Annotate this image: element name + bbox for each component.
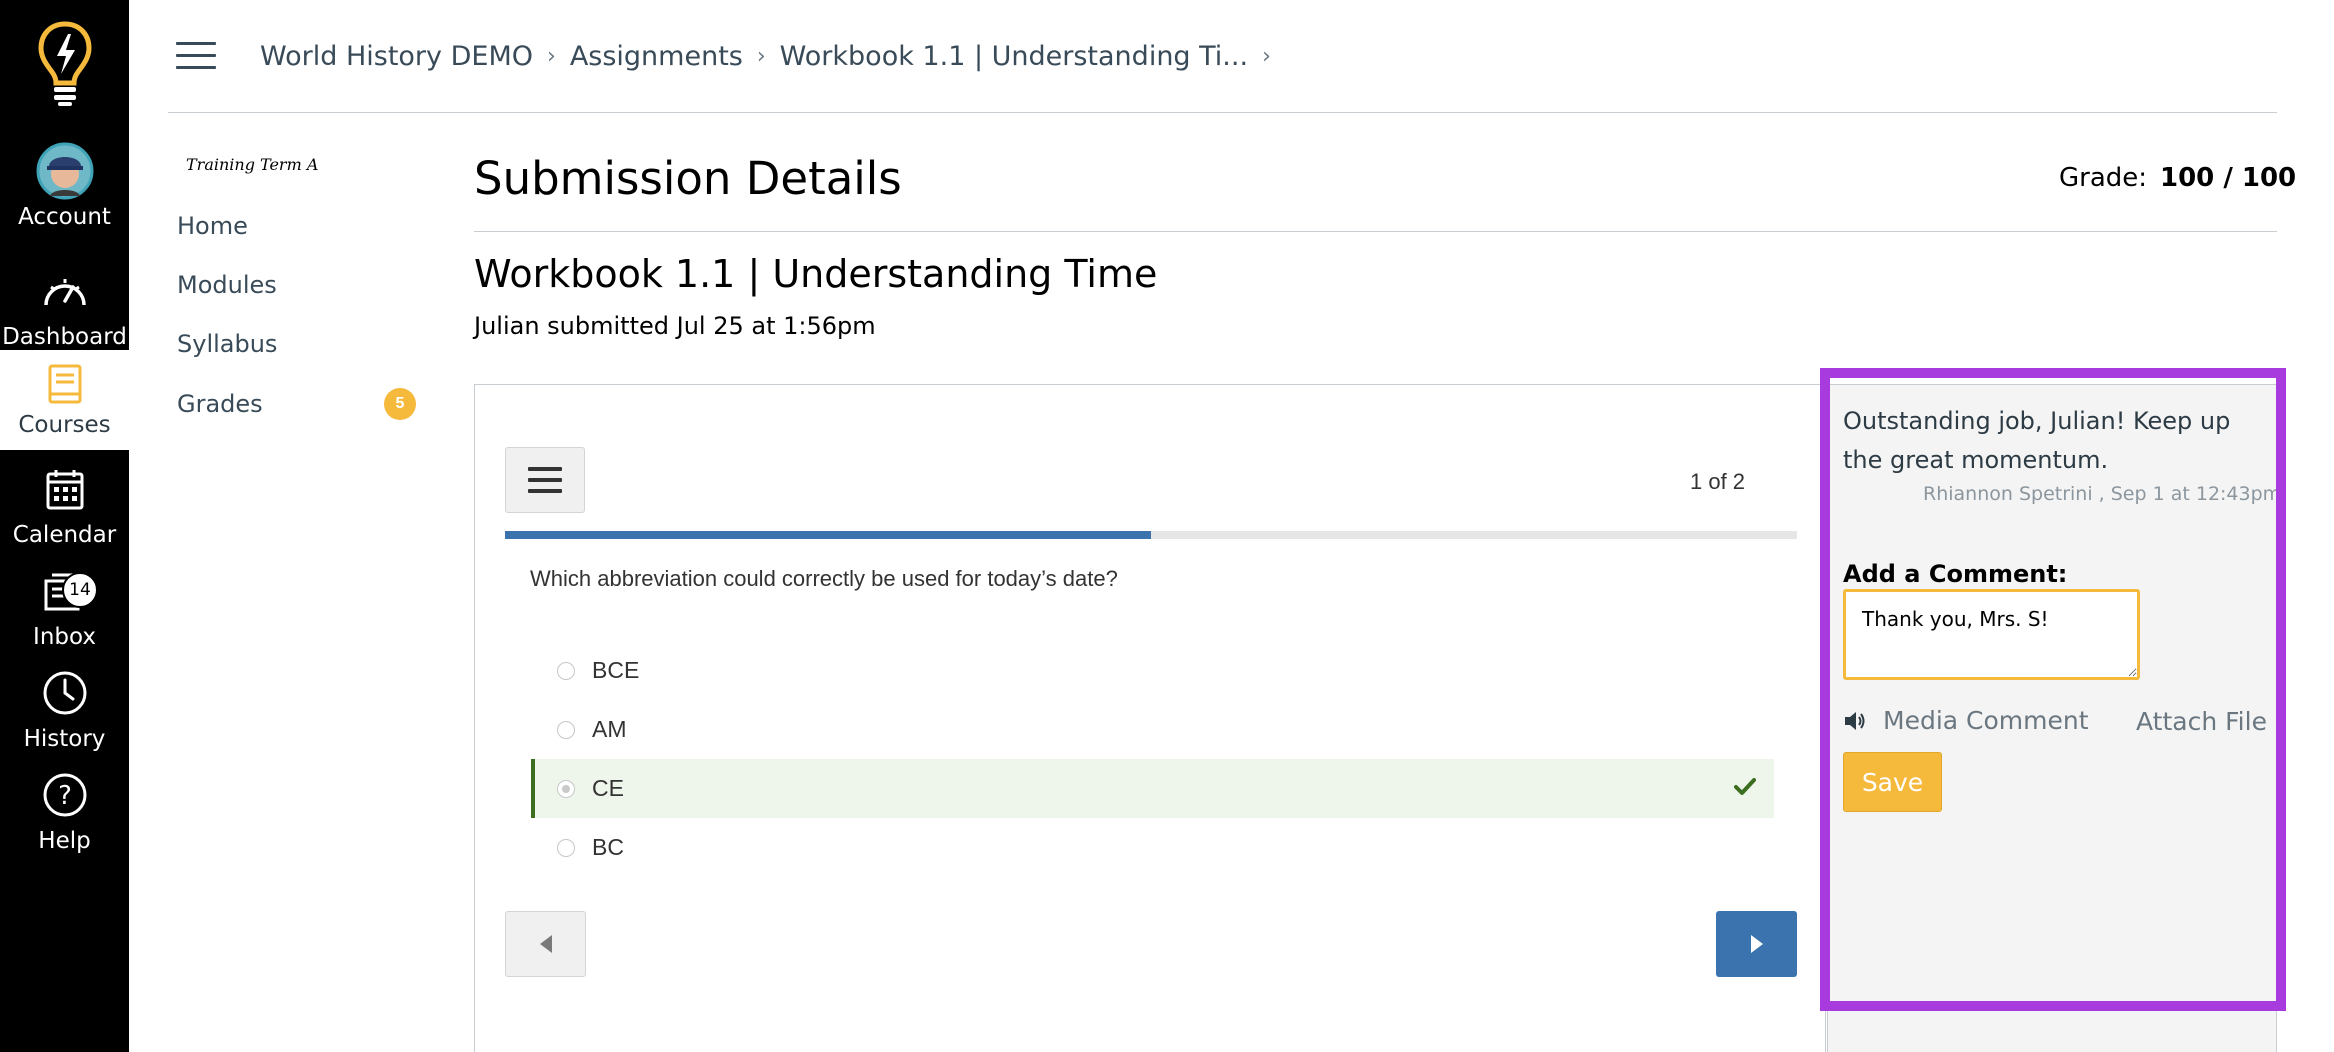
- global-nav-label: Courses: [18, 412, 111, 438]
- answer-label: BCE: [592, 657, 640, 683]
- term-label: Training Term A: [186, 155, 319, 174]
- caret-left-icon: [539, 935, 552, 953]
- comment-author-date: Rhiannon Spetrini , Sep 1 at 12:43pm: [1923, 483, 2282, 505]
- global-nav-label: Calendar: [12, 522, 117, 548]
- speaker-icon: [1845, 711, 1865, 730]
- existing-comment: Outstanding job, Julian! Keep up the gre…: [1843, 407, 2231, 474]
- courses-icon: [47, 360, 83, 408]
- breadcrumb-course[interactable]: World History DEMO: [260, 41, 533, 72]
- global-nav-label: Inbox: [33, 624, 96, 650]
- caret-right-icon: [1750, 935, 1763, 953]
- course-nav-modules[interactable]: Modules: [177, 271, 277, 299]
- grade-label: Grade:: [2059, 163, 2148, 193]
- radio-button[interactable]: [557, 838, 575, 857]
- dashboard-icon: [42, 262, 88, 320]
- grades-count-badge: 5: [384, 388, 416, 420]
- course-nav-syllabus[interactable]: Syllabus: [177, 330, 277, 358]
- answer-option[interactable]: BC: [531, 818, 1774, 877]
- save-comment-button[interactable]: Save: [1843, 752, 1942, 812]
- question-counter: 1 of 2: [1690, 469, 1746, 494]
- question-text: Which abbreviation could correctly be us…: [530, 566, 1118, 591]
- radio-button[interactable]: [557, 661, 575, 680]
- institution-logo[interactable]: [0, 20, 129, 110]
- grade-value: 100 / 100: [2160, 163, 2297, 193]
- answer-option-correct[interactable]: CE: [531, 759, 1774, 818]
- global-nav-label: Dashboard: [2, 324, 127, 350]
- submission-info: Julian submitted Jul 25 at 1:56pm: [474, 312, 876, 340]
- breadcrumb-assignments[interactable]: Assignments: [570, 41, 743, 72]
- comment-input[interactable]: [1843, 589, 2140, 680]
- global-nav-calendar[interactable]: Calendar: [0, 460, 129, 560]
- global-nav-dashboard[interactable]: Dashboard: [0, 262, 129, 362]
- breadcrumb-assignment[interactable]: Workbook 1.1 | Understanding Ti...: [780, 41, 1248, 72]
- next-question-button[interactable]: [1716, 911, 1797, 977]
- global-nav-account[interactable]: Account: [0, 142, 129, 242]
- lightbulb-logo-icon: [37, 21, 92, 106]
- course-nav-home[interactable]: Home: [177, 212, 248, 240]
- global-nav-inbox[interactable]: 14 Inbox: [0, 562, 129, 662]
- hamburger-line: [176, 66, 216, 69]
- inbox-unread-badge: 14: [62, 572, 98, 608]
- global-nav: Account Dashboard Courses Calendar 14 In…: [0, 0, 129, 1052]
- global-nav-history[interactable]: History: [0, 664, 129, 764]
- global-nav-label: Help: [38, 828, 91, 854]
- help-icon: ?: [42, 766, 88, 824]
- quiz-preview-panel: 1 of 2 Which abbreviation could correctl…: [474, 384, 1826, 1052]
- answer-label: CE: [592, 775, 624, 801]
- menu-icon: [528, 467, 562, 493]
- svg-text:?: ?: [58, 781, 72, 811]
- media-comment-label: Media Comment: [1883, 706, 2089, 735]
- breadcrumb: World History DEMO › Assignments › Workb…: [260, 36, 1285, 76]
- global-nav-courses[interactable]: Courses: [0, 350, 129, 450]
- clock-icon: [42, 664, 88, 722]
- answer-label: AM: [592, 716, 627, 742]
- chevron-right-icon: ›: [756, 43, 766, 69]
- header-divider: [168, 112, 2277, 113]
- attach-file-link[interactable]: Attach File: [2136, 707, 2267, 736]
- chevron-right-icon: ›: [547, 43, 556, 69]
- quiz-progress-fill: [505, 531, 1151, 539]
- previous-question-button[interactable]: [505, 911, 586, 977]
- answer-option[interactable]: BCE: [531, 641, 1774, 700]
- hamburger-line: [176, 54, 216, 57]
- media-comment-button[interactable]: Media Comment: [1843, 706, 2089, 735]
- radio-button[interactable]: [557, 720, 575, 739]
- assignment-title: Workbook 1.1 | Understanding Time: [474, 252, 1158, 296]
- radio-button-selected[interactable]: [557, 779, 575, 798]
- course-nav-grades[interactable]: Grades: [177, 390, 263, 418]
- calendar-icon: [45, 460, 85, 518]
- checkmark-icon: [1734, 778, 1756, 795]
- question-list-button[interactable]: [505, 447, 585, 513]
- global-nav-label: Account: [18, 204, 111, 230]
- avatar: [36, 142, 94, 200]
- global-nav-help[interactable]: ? Help: [0, 766, 129, 866]
- page-title: Submission Details: [474, 152, 902, 205]
- title-divider: [474, 231, 2277, 232]
- chevron-right-icon: ›: [1262, 43, 1271, 69]
- hamburger-icon: [176, 42, 216, 45]
- answer-option[interactable]: AM: [531, 700, 1774, 759]
- quiz-progress-bar: [505, 531, 1797, 539]
- course-menu-toggle-button[interactable]: [176, 42, 216, 72]
- answer-label: BC: [592, 834, 624, 860]
- add-comment-label: Add a Comment:: [1843, 560, 2068, 588]
- global-nav-label: History: [23, 726, 106, 752]
